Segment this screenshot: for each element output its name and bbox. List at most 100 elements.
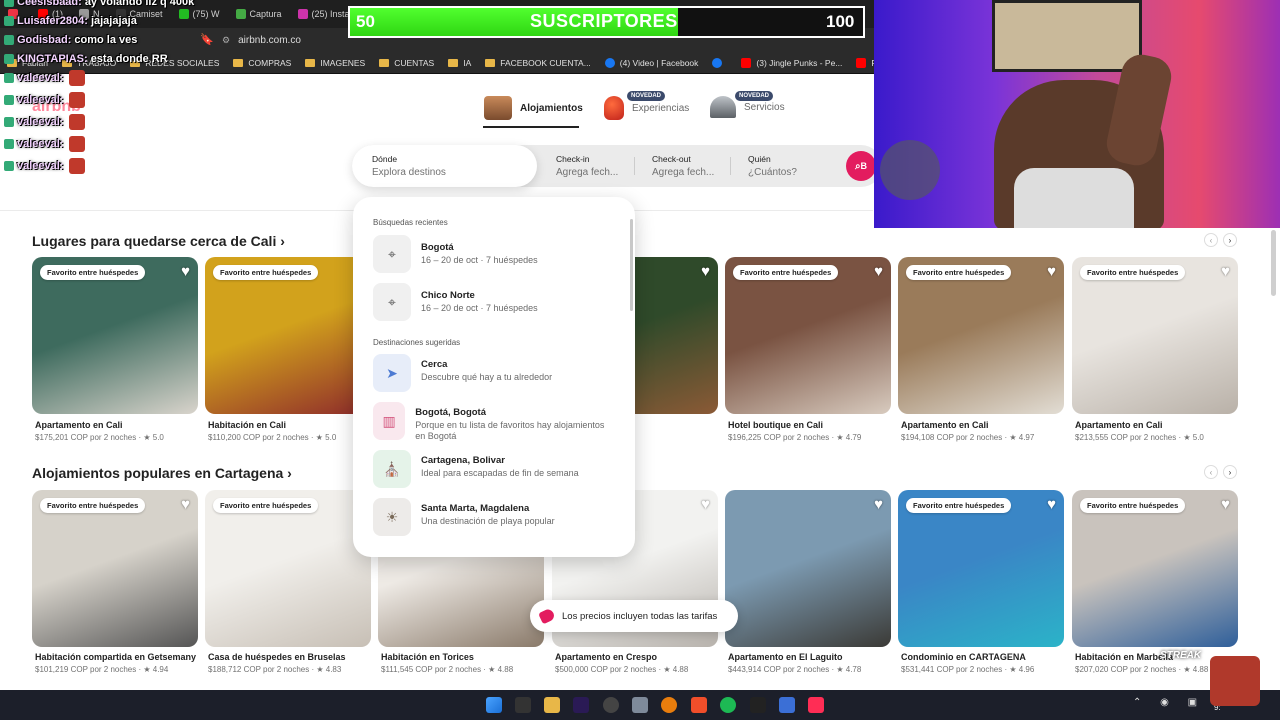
heart-icon[interactable]: ♥ [181,496,190,513]
spotify-icon[interactable] [720,697,736,713]
recent-search-item[interactable]: ⌖ Bogotá 16 – 20 de oct · 7 huéspedes [373,235,538,273]
bookmark-item[interactable]: IA [441,58,478,68]
bookmark-item[interactable] [705,57,734,68]
heart-icon[interactable]: ♥ [701,263,710,280]
listing-info[interactable]: Apartamento en Cali $175,201 COP por 2 no… [35,420,201,442]
suggested-destination[interactable]: ☀ Santa Marta, Magdalena Una destinación d… [373,498,613,536]
listing-info[interactable]: Apartamento en El Laguito $443,914 COP po… [728,652,894,674]
chat-message: valeeval: [4,114,86,130]
listing-info[interactable]: Apartamento en Cali $194,108 COP por 2 no… [901,420,1067,442]
suggested-destination[interactable]: ▥ Bogotá, Bogotá Porque en tu lista de fav… [373,402,613,442]
start-icon[interactable] [486,697,502,713]
listing-card-image[interactable]: Favorito entre huéspedes♥ [1072,490,1238,647]
chat-text: esta donde RR [90,53,168,65]
browser-tab[interactable]: Captura [228,3,290,25]
listing-card-image[interactable]: Favorito entre huéspedes♥ [205,490,371,647]
where-input[interactable]: Explora destinos [372,167,537,178]
chat-badge-icon [4,73,14,83]
bookmark-item[interactable]: CUENTAS [372,58,441,68]
listing-card-image[interactable]: ♥ [725,490,891,647]
prices-toast[interactable]: Los precios incluyen todas las tarifas [530,600,738,632]
checkin-field[interactable]: Check-in Agrega fech... [556,154,618,178]
recent-search-item[interactable]: ⌖ Chico Norte 16 – 20 de oct · 7 huésped… [373,283,538,321]
checkout-field[interactable]: Check-out Agrega fech... [652,154,714,178]
obs-icon[interactable] [603,697,619,713]
listing-title: Apartamento en Cali [901,420,989,430]
listing-price: $213,555 COP por 2 noches · ★ 5.0 [1075,433,1204,442]
site-info-icon[interactable]: ⚙ [222,35,230,46]
heart-icon[interactable]: ♥ [1221,263,1230,280]
bookmark-item[interactable]: (4) Video | Facebook [598,57,706,68]
where-field[interactable]: Dónde Explora destinos [352,145,537,187]
scroll-left-button[interactable]: ‹ [1204,233,1218,247]
listing-card-image[interactable]: Favorito entre huéspedes♥ [898,257,1064,414]
listing-info[interactable]: Apartamento en Crespo $500,000 COP por 2 … [555,652,721,674]
bookmark-star-icon[interactable]: 🔖 [200,33,214,46]
app-icon[interactable] [750,697,766,713]
listing-info[interactable]: Casa de huéspedes en Bruselas $188,712 CO… [208,652,374,674]
section-title-cartagena[interactable]: Alojamientos populares en Cartagena › [32,465,292,481]
heart-icon[interactable]: ♥ [1221,496,1230,513]
suggested-destination[interactable]: ⛪ Cartagena, Bolivar Ideal para escapadas … [373,450,613,488]
chat-message: valeeval: [4,158,86,174]
house-icon [484,96,512,120]
file-explorer-icon[interactable] [544,697,560,713]
tab-label: Experiencias [632,102,690,114]
dd-title: Bogotá, Bogotá [415,407,487,418]
tab-alojamientos[interactable]: Alojamientos [484,96,583,120]
search-button[interactable]: ⌕ B [846,151,876,181]
heart-icon[interactable]: ♥ [1047,496,1056,513]
dd-sub: 16 – 20 de oct · 7 huéspedes [421,303,538,314]
trash-icon[interactable] [632,697,648,713]
scroll-left-button[interactable]: ‹ [1204,465,1218,479]
page-scrollbar[interactable] [1271,230,1276,296]
premiere-icon[interactable] [573,697,589,713]
bookmark-item[interactable]: FACEBOOK CUENTA... [478,58,598,68]
listing-info[interactable]: Condominio en CARTAGENA $531,441 COP por … [901,652,1067,674]
bookmark-label: IMAGENES [320,57,366,68]
heart-icon[interactable]: ♥ [874,496,883,513]
listing-card-image[interactable]: Favorito entre huéspedes♥ [32,257,198,414]
chat-user: valeeval: [17,94,64,106]
listing-card-image[interactable]: Favorito entre huéspedes♥ [1072,257,1238,414]
dropdown-scrollbar[interactable] [630,219,633,311]
listing-info[interactable]: Habitación en Cali $110,200 COP por 2 noc… [208,420,374,442]
youtube-icon [856,57,867,68]
listing-info[interactable]: Hotel boutique en Cali $196,225 COP por 2… [728,420,894,442]
scroll-right-button[interactable]: › [1223,233,1237,247]
epic-games-icon[interactable] [515,697,531,713]
suggested-destination[interactable]: ➤ Cerca Descubre qué hay a tu alrededor [373,354,613,392]
bookmark-item[interactable]: Pepo x @kazu.oficia... [849,57,875,68]
heart-icon[interactable]: ♥ [701,496,710,513]
checkout-label: Check-out [652,154,691,164]
chat-text: como la ves [74,34,138,46]
heart-icon[interactable]: ♥ [874,263,883,280]
listing-info[interactable]: Habitación compartida en Getsemany $101,2… [35,652,201,674]
listing-info[interactable]: Habitación en Torices $111,545 COP por 2 … [381,652,547,674]
listing-price: $175,201 COP por 2 noches · ★ 5.0 [35,433,164,442]
listing-card-image[interactable]: Favorito entre huéspedes♥ [725,257,891,414]
scroll-right-button[interactable]: › [1223,465,1237,479]
listing-card-image[interactable]: Favorito entre huéspedes♥ [205,257,371,414]
chat-message: Luisafer2804: jajajajaja [4,15,137,27]
guests-field[interactable]: Quién ¿Cuántos? [748,154,797,178]
blender-icon[interactable] [661,697,677,713]
heart-icon[interactable]: ♥ [1047,263,1056,280]
listing-card-image[interactable]: Favorito entre huéspedes♥ [32,490,198,647]
chat-user: Luisafer2804: [17,15,88,27]
listing-info[interactable]: Apartamento en Cali $213,555 COP por 2 no… [1075,420,1241,442]
bookmark-item[interactable]: IMAGENES [298,58,372,68]
dd-title: Cerca [421,359,448,370]
listing-price: $188,712 COP por 2 noches · ★ 4.83 [208,665,342,674]
section-title-cali[interactable]: Lugares para quedarse cerca de Cali › [32,233,285,249]
bookmark-item[interactable]: COMPRAS [226,58,298,68]
code-icon[interactable] [779,697,795,713]
location-pin-icon: ⌖ [373,283,411,321]
goal-title: SUSCRIPTORES [530,11,678,31]
tiktok-icon[interactable] [808,697,824,713]
brave-icon[interactable] [691,697,707,713]
listing-card-image[interactable]: Favorito entre huéspedes♥ [898,490,1064,647]
heart-icon[interactable]: ♥ [181,263,190,280]
bookmark-item[interactable]: (3) Jingle Punks - Pe... [734,57,849,68]
service-bell-icon [710,96,736,118]
